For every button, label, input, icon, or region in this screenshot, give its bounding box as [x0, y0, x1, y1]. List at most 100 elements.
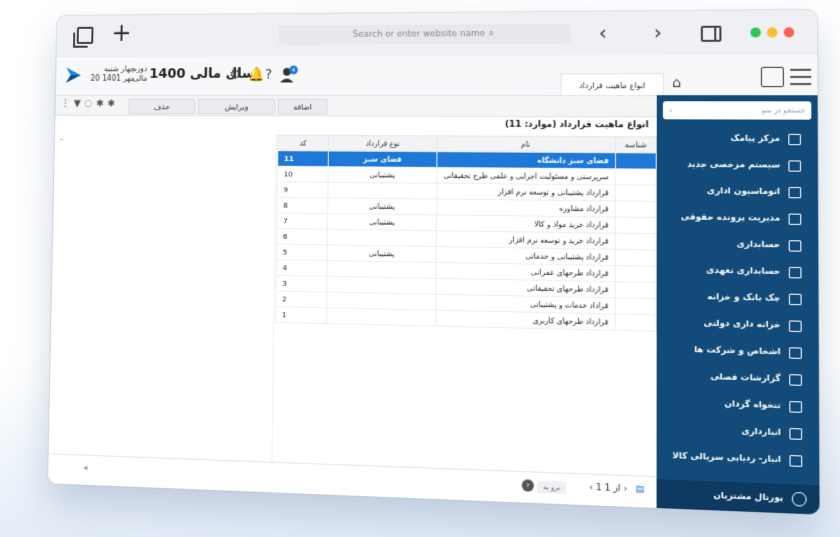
sidebar-item-label: اشخاص و شرکت ها [693, 344, 781, 358]
new-tab-icon[interactable]: + [111, 19, 131, 48]
header-id[interactable]: شناسه [615, 136, 657, 153]
period-bottom-label: مالی [132, 74, 148, 83]
sidebar-item[interactable]: چک بانک و خزانه [657, 283, 819, 313]
sidebar-item-label: حسابداری [736, 239, 781, 251]
scroll-left-icon[interactable]: ◂ [83, 463, 87, 473]
cell-name: قرارداد طرحهای کاربری [436, 310, 615, 331]
search-placeholder: جستجو در منو [761, 106, 806, 115]
module-icon [789, 346, 802, 359]
module-icon [788, 159, 802, 172]
customer-portal-link[interactable]: پورتال مشتریان [656, 479, 820, 515]
sidebar-item[interactable]: حسابداری [657, 230, 819, 259]
sidebar-search-input[interactable]: جستجو در منو ⌕ [662, 101, 812, 120]
tabs-overview-icon[interactable] [76, 26, 94, 44]
profile-card-icon[interactable] [760, 66, 784, 88]
close-button[interactable] [783, 27, 795, 38]
globe-icon [791, 491, 807, 507]
user-icon[interactable]: 4 [278, 65, 299, 84]
app-logo-icon [66, 67, 81, 83]
help-icon[interactable]: ? [265, 67, 272, 82]
sidebar-item[interactable]: اتوماسیون اداری [657, 178, 818, 206]
cell-id [615, 281, 657, 299]
module-icon [789, 427, 803, 440]
sidebar-item-label: سیستم مرخصی جدید [687, 159, 781, 171]
back-forward-icon[interactable]: ‹ › [599, 20, 683, 44]
cell-type: پشتیبانی [327, 244, 437, 263]
sidebar-item[interactable]: مرکز پیامک [657, 125, 818, 152]
sidebar-item[interactable]: حسابداری تعهدی [657, 257, 819, 286]
sidebar-toggle-icon[interactable] [700, 25, 722, 42]
sidebar-item[interactable]: انبار- ردیابی سریالی کالا [657, 442, 820, 475]
main-content: ⋮▼◌✱✱ حذف ویرایش اضافه انواع ماهیت قرارد… [47, 94, 657, 508]
cell-type: فضای سبز [328, 151, 438, 168]
sidebar-item-label: انبارداری [741, 426, 781, 439]
tab-contract-types[interactable]: انواع ماهیت قرارداد [560, 73, 664, 97]
cell-code: 3 [276, 275, 327, 293]
cell-id [615, 184, 657, 202]
sidebar-item-label: اتوماسیون اداری [707, 186, 781, 198]
sidebar-item[interactable]: خزانه داری دولتی [657, 309, 819, 339]
go-to-page-button[interactable]: برو به [536, 480, 567, 495]
header-type[interactable]: نوع قرارداد [328, 135, 438, 152]
address-bar[interactable]: Search or enter website name ⌕ [278, 23, 571, 45]
module-icon [789, 454, 803, 467]
header-code[interactable]: کد [277, 135, 329, 152]
delete-button[interactable]: حذف [128, 98, 196, 115]
module-icon [788, 133, 801, 145]
page-text: ‹ 1 از 1 › [589, 482, 628, 495]
cell-id [615, 233, 657, 250]
cell-id [615, 168, 657, 186]
filter-tools[interactable]: ⋮▼◌✱✱ [61, 99, 119, 110]
gear-icon[interactable]: ⚙ [229, 67, 241, 82]
sidebar-item-label: انبار- ردیابی سریالی کالا [672, 450, 782, 466]
header-name[interactable]: نام [437, 135, 616, 153]
cell-name: قرارداد پشتیبانی و توسعه نرم افزار [437, 183, 616, 201]
cell-id [615, 200, 657, 218]
cell-code: 1 [275, 306, 327, 324]
app-area: چهار شنبه 20 مهر 1401 دوره مالی سال مالی… [47, 54, 820, 515]
page-size-icon[interactable]: ▤ [635, 485, 644, 496]
notification-count: 4 [292, 67, 296, 74]
pagination-bar: ◂ › برو به ‹ 1 از 1 › ▤ [47, 453, 657, 508]
cell-code: 9 [277, 181, 328, 198]
sidebar-item[interactable]: مدیریت پرونده حقوقی [657, 204, 818, 232]
home-icon[interactable]: ⌂ [672, 75, 681, 91]
cell-id [615, 265, 657, 283]
period-top-label: دوره [132, 64, 148, 74]
scroll-up-icon[interactable]: ⌃ [58, 138, 64, 147]
table-body: فضای سبز دانشگاه فضای سبز 11 سرپرستی و مسئو… [275, 150, 657, 332]
window-controls [750, 27, 795, 38]
page-navigator[interactable]: ‹ 1 از 1 › ▤ [589, 483, 644, 495]
date-display: چهار شنبه 20 مهر 1401 [91, 65, 135, 84]
module-icon [788, 186, 802, 198]
cell-id [615, 217, 657, 234]
contract-types-table: شناسه نام نوع قرارداد کد فضای سبز دانشگا… [275, 135, 657, 332]
add-button[interactable]: اضافه [277, 98, 328, 115]
sidebar-item-label: حسابداری تعهدی [706, 265, 781, 278]
cell-code: 8 [277, 197, 328, 214]
module-icon [788, 239, 802, 252]
empty-pane [48, 133, 277, 463]
cell-type: پشتیبانی [327, 197, 438, 215]
sidebar-item[interactable]: سیستم مرخصی جدید [657, 151, 818, 179]
edit-button[interactable]: ویرایش [197, 98, 276, 115]
bell-icon[interactable]: 🔔 [248, 67, 265, 82]
browser-window: + Search or enter website name ⌕ ‹ › چها… [47, 9, 820, 515]
cell-type: پشتیبانی [327, 213, 437, 231]
cell-type [327, 182, 438, 200]
sidebar-item-label: مرکز پیامک [730, 133, 780, 145]
maximize-button[interactable] [750, 27, 761, 38]
cell-code: 5 [276, 244, 328, 261]
sidebar-item-label: چک بانک و خزانه [707, 292, 781, 304]
cell-name: سرپرستی و مسئولیت اجرایی و علمی طرح تحقی… [437, 167, 616, 185]
app-header: چهار شنبه 20 مهر 1401 دوره مالی سال مالی… [55, 54, 818, 97]
address-placeholder: Search or enter website name [352, 29, 485, 40]
go-icon[interactable]: › [521, 479, 534, 492]
grid-title: انواع ماهیت قرارداد (موارد: 11) [504, 119, 649, 131]
cell-code: 2 [275, 291, 327, 308]
module-icon [788, 266, 802, 278]
minimize-button[interactable] [767, 27, 778, 38]
cell-type [327, 229, 437, 247]
sidebar-item-label: گزارشات فصلی [710, 371, 781, 385]
hamburger-menu-icon[interactable] [790, 68, 812, 86]
